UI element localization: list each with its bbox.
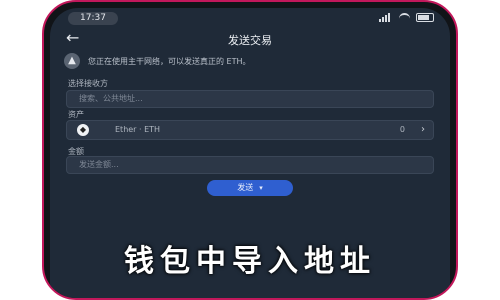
battery-icon bbox=[416, 13, 434, 22]
recipient-input[interactable]: 搜索、公共地址... bbox=[66, 90, 434, 108]
recipient-label: 选择接收方 bbox=[68, 79, 108, 88]
chevron-right-icon: › bbox=[421, 124, 425, 135]
navigation-bar: ← 发送交易 bbox=[50, 26, 450, 52]
wifi-icon bbox=[399, 13, 410, 22]
signal-icon bbox=[379, 13, 393, 22]
asset-label: 资产 bbox=[68, 110, 84, 119]
status-bar: 17:37 bbox=[50, 12, 450, 26]
overlay-caption: 钱包中导入地址 bbox=[124, 244, 376, 279]
status-time: 17:37 bbox=[68, 12, 118, 25]
ethereum-icon: ◆ bbox=[77, 124, 89, 136]
send-button[interactable]: 发送 ▾ bbox=[207, 180, 293, 196]
asset-selector[interactable]: ◆ Ether · ETH 0 › bbox=[66, 120, 434, 140]
page-title: 发送交易 bbox=[228, 34, 272, 47]
amount-input[interactable]: 发送金额... bbox=[66, 156, 434, 174]
warning-icon: ▲ bbox=[64, 53, 80, 69]
asset-balance: 0 bbox=[399, 125, 405, 134]
chevron-down-icon: ▾ bbox=[259, 184, 263, 192]
network-notice: ▲ 您正在使用主干网络，可以发送真正的 ETH。 bbox=[64, 52, 436, 70]
send-button-label: 发送 bbox=[237, 183, 254, 192]
asset-name: Ether · ETH bbox=[115, 125, 161, 134]
notice-text: 您正在使用主干网络，可以发送真正的 ETH。 bbox=[88, 56, 251, 66]
system-icons bbox=[379, 13, 434, 22]
